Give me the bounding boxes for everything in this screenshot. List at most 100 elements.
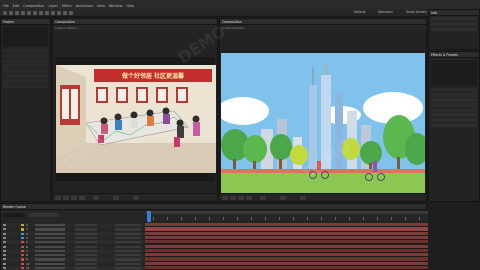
- magnification-dropdown[interactable]: [55, 196, 61, 200]
- layer-switches[interactable]: [75, 232, 97, 235]
- puppet-tool-icon[interactable]: [69, 11, 73, 15]
- effects-row[interactable]: [431, 113, 477, 117]
- parent-dropdown[interactable]: [115, 228, 141, 231]
- effects-row[interactable]: [431, 98, 477, 102]
- rotate-tool-icon[interactable]: [27, 11, 31, 15]
- layer-switches[interactable]: [75, 254, 97, 257]
- layer-duration-bar[interactable]: [145, 266, 428, 270]
- project-item[interactable]: [3, 64, 48, 68]
- pan-behind-tool-icon[interactable]: [39, 11, 43, 15]
- pen-tool-icon[interactable]: [51, 11, 55, 15]
- parent-dropdown[interactable]: [115, 224, 141, 227]
- layer-switches[interactable]: [75, 224, 97, 227]
- layer-name-field[interactable]: [35, 232, 65, 235]
- right-composition-tab[interactable]: Composition: [222, 19, 242, 25]
- layer-switches[interactable]: [75, 262, 97, 265]
- visibility-eye-icon[interactable]: [3, 249, 6, 252]
- timecode-display[interactable]: [260, 196, 266, 200]
- layer-label-color[interactable]: [21, 245, 24, 248]
- layer-switches[interactable]: [75, 245, 97, 248]
- fit-icon[interactable]: [63, 196, 69, 200]
- grid-icon[interactable]: [238, 196, 244, 200]
- work-area-bar[interactable]: [145, 211, 428, 214]
- visibility-eye-icon[interactable]: [3, 236, 6, 239]
- type-tool-icon[interactable]: [57, 11, 61, 15]
- visibility-eye-icon[interactable]: [3, 262, 6, 265]
- city-scene-canvas[interactable]: [221, 53, 425, 193]
- visibility-eye-icon[interactable]: [3, 228, 6, 231]
- effects-row[interactable]: [431, 88, 477, 92]
- effects-row[interactable]: [431, 118, 477, 122]
- effects-tab[interactable]: Effects & Presets: [431, 52, 458, 58]
- camera-view-dropdown[interactable]: [300, 196, 306, 200]
- camera-snapshot-icon[interactable]: [79, 196, 85, 200]
- layer-switches[interactable]: [75, 241, 97, 244]
- layer-label-color[interactable]: [21, 241, 24, 244]
- workspace-tab-default[interactable]: Default: [352, 10, 368, 15]
- parent-dropdown[interactable]: [115, 258, 141, 261]
- parent-dropdown[interactable]: [115, 262, 141, 265]
- layer-switches[interactable]: [75, 236, 97, 240]
- hand-tool-icon[interactable]: [15, 11, 19, 15]
- parent-dropdown[interactable]: [115, 267, 141, 270]
- layer-label-color[interactable]: [21, 262, 24, 265]
- effects-row[interactable]: [431, 93, 477, 97]
- project-item[interactable]: [3, 54, 48, 58]
- layer-label-color[interactable]: [21, 224, 24, 227]
- camera-snapshot-icon[interactable]: [246, 196, 252, 200]
- layer-label-color[interactable]: [21, 254, 24, 257]
- workspace-tab-small-screen[interactable]: Small Screen: [404, 10, 429, 15]
- visibility-eye-icon[interactable]: [3, 245, 6, 248]
- project-item[interactable]: [3, 59, 48, 63]
- fit-icon[interactable]: [230, 196, 236, 200]
- home-icon[interactable]: [3, 11, 7, 15]
- layer-search-input[interactable]: [29, 213, 59, 217]
- visibility-eye-icon[interactable]: [3, 258, 6, 261]
- workspace-tab-standard[interactable]: Standard: [376, 10, 395, 15]
- layer-name-field[interactable]: [35, 254, 65, 257]
- project-tab[interactable]: Project: [3, 19, 14, 25]
- visibility-eye-icon[interactable]: [3, 224, 6, 226]
- layer-name-field[interactable]: [35, 241, 65, 244]
- layer-switches[interactable]: [75, 249, 97, 253]
- layer-name-field[interactable]: [35, 236, 65, 240]
- parent-dropdown[interactable]: [115, 245, 141, 248]
- effects-row[interactable]: [431, 108, 477, 112]
- resolution-dropdown[interactable]: [280, 196, 286, 200]
- layer-name-field[interactable]: [35, 258, 65, 261]
- project-item[interactable]: [3, 69, 48, 73]
- project-item[interactable]: [3, 49, 48, 53]
- playhead[interactable]: [147, 211, 151, 222]
- layer-name-field[interactable]: [35, 262, 65, 265]
- grid-icon[interactable]: [71, 196, 77, 200]
- visibility-eye-icon[interactable]: [3, 232, 6, 235]
- layer-name-field[interactable]: [35, 224, 65, 227]
- layer-label-color[interactable]: [21, 267, 24, 270]
- layer-label-color[interactable]: [21, 236, 24, 240]
- layer-switches[interactable]: [75, 228, 97, 231]
- layer-label-color[interactable]: [21, 249, 24, 253]
- effects-row[interactable]: [431, 103, 477, 107]
- info-tab[interactable]: Info: [431, 10, 437, 16]
- layer-label-color[interactable]: [21, 228, 24, 231]
- timecode-field[interactable]: [3, 213, 25, 217]
- parent-dropdown[interactable]: [115, 236, 141, 240]
- zoom-tool-icon[interactable]: [21, 11, 25, 15]
- timecode-display[interactable]: [93, 196, 99, 200]
- layer-name-field[interactable]: [35, 249, 65, 253]
- parent-dropdown[interactable]: [115, 241, 141, 244]
- layer-name-field[interactable]: [35, 245, 65, 248]
- visibility-eye-icon[interactable]: [3, 241, 6, 244]
- timeline-layer-row[interactable]: 11: [1, 266, 145, 270]
- parent-dropdown[interactable]: [115, 249, 141, 253]
- visibility-eye-icon[interactable]: [3, 267, 6, 269]
- resolution-dropdown[interactable]: [113, 196, 119, 200]
- layer-name-field[interactable]: [35, 228, 65, 231]
- time-ruler[interactable]: [145, 211, 428, 222]
- parent-dropdown[interactable]: [115, 254, 141, 257]
- layer-label-color[interactable]: [21, 258, 24, 261]
- visibility-eye-icon[interactable]: [3, 254, 6, 257]
- left-composition-tab[interactable]: Composition: [55, 19, 75, 25]
- camera-tool-icon[interactable]: [33, 11, 37, 15]
- parent-dropdown[interactable]: [115, 232, 141, 235]
